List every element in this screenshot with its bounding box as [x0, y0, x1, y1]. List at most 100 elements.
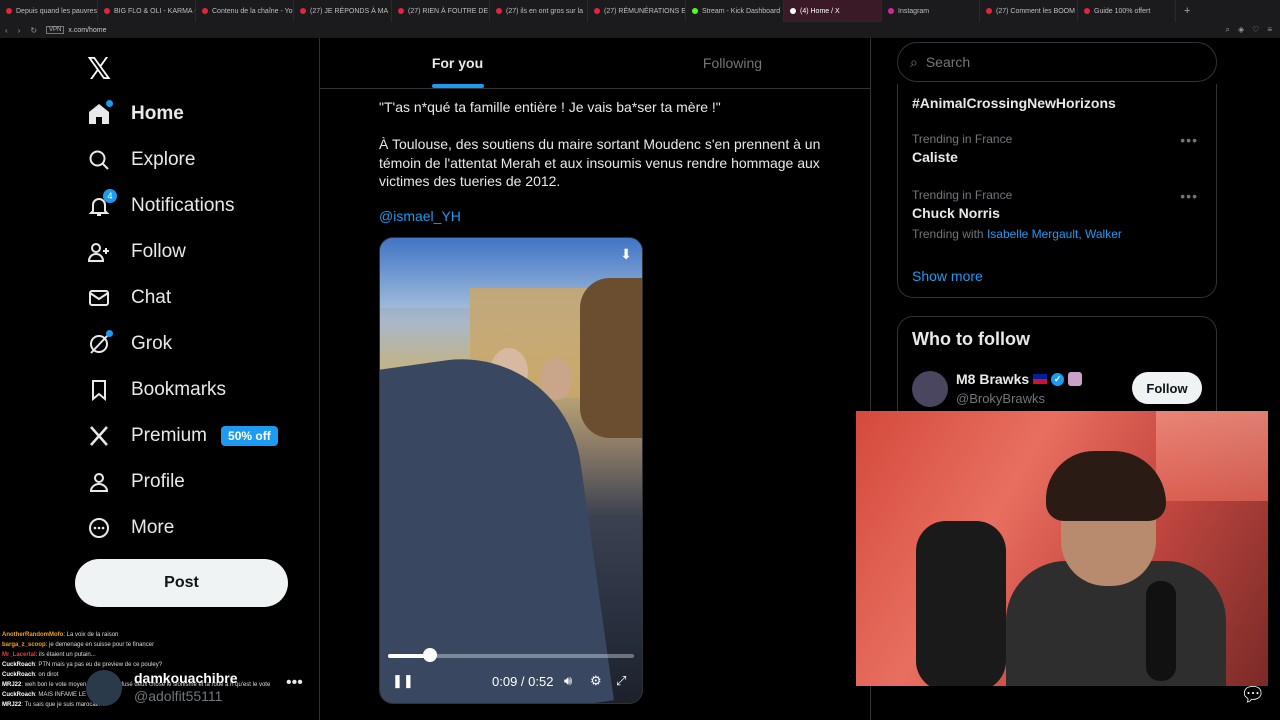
- tab-following[interactable]: Following: [595, 38, 870, 88]
- menu-icon[interactable]: ≡: [1267, 25, 1272, 35]
- url-text[interactable]: x.com/home: [68, 27, 106, 34]
- settings-gear-icon[interactable]: ⚙: [590, 673, 602, 689]
- chat-text: je demenage en suisse pour te financer: [49, 642, 155, 648]
- bell-icon: 4: [87, 189, 117, 218]
- trend-with-links[interactable]: Isabelle Mergault, Walker: [987, 227, 1122, 241]
- post-button[interactable]: Post: [75, 559, 288, 607]
- nav-item-chat[interactable]: Chat: [75, 276, 171, 320]
- nav-item-premium[interactable]: Premium 50% off: [75, 414, 278, 458]
- trend-item[interactable]: Trending in France Chuck Norris Trending…: [912, 188, 1122, 241]
- browser-tab[interactable]: Depuis quand les pauvres: [0, 0, 98, 22]
- chat-username: barga_z_scoop: [2, 642, 46, 648]
- browser-tab[interactable]: (27) Comment les BOOM: [980, 0, 1078, 22]
- video-progress-bar[interactable]: [388, 648, 634, 662]
- user-display-name: M8 Brawks: [956, 371, 1030, 387]
- tab-label: Depuis quand les pauvres: [16, 7, 97, 15]
- volume-icon[interactable]: 🔊︎: [564, 673, 572, 689]
- chat-text: La voix de la raison: [66, 632, 119, 638]
- more-horizontal-icon[interactable]: •••: [1180, 188, 1198, 204]
- reload-icon[interactable]: ↻: [25, 26, 42, 35]
- trend-item[interactable]: Trending in France Caliste: [912, 132, 1012, 165]
- notification-count-badge: 4: [103, 189, 117, 203]
- more-horizontal-icon[interactable]: •••: [286, 674, 303, 692]
- nav-item-bookmarks[interactable]: Bookmarks: [75, 368, 226, 412]
- download-icon[interactable]: ⬇: [620, 246, 632, 263]
- suggested-user-name[interactable]: M8 Brawks ✓: [956, 371, 1083, 387]
- back-icon[interactable]: ‹: [0, 26, 13, 35]
- browser-tab[interactable]: (27) JE RÉPONDS À MA: [294, 0, 392, 22]
- feed-tabs: For you Following: [320, 38, 870, 89]
- tab-label: BIG FLO & OLI - KARMA -: [114, 7, 196, 15]
- video-progress-handle[interactable]: [422, 648, 437, 662]
- flag-icon: [1033, 374, 1048, 384]
- nav-item-notifications[interactable]: 4 Notifications: [75, 184, 235, 228]
- nav-item-label: Bookmarks: [131, 379, 227, 400]
- account-switcher[interactable]: damkouachibre @adolfit55111 •••: [84, 668, 304, 708]
- tab-favicon-icon: [1084, 8, 1090, 14]
- nav-item-explore[interactable]: Explore: [75, 138, 195, 182]
- browser-tab[interactable]: Guide 100% offert: [1078, 0, 1176, 22]
- search-input[interactable]: ⌕ Search: [897, 42, 1217, 82]
- browser-tab[interactable]: Contenu de la chaîne - Yo: [196, 0, 294, 22]
- tab-label: Guide 100% offert: [1094, 7, 1151, 15]
- tab-favicon-icon: [594, 8, 600, 14]
- fullscreen-icon[interactable]: ⤢: [616, 673, 626, 689]
- webcam-chair: [916, 521, 1006, 686]
- tab-label: Instagram: [898, 7, 930, 15]
- nav-item-home[interactable]: Home: [75, 92, 184, 136]
- nav-item-more[interactable]: More: [75, 506, 174, 550]
- main-feed: For you Following "T'as n*qué ta famille…: [319, 38, 871, 720]
- nav-item-profile[interactable]: Profile: [75, 460, 185, 504]
- browser-tab[interactable]: Instagram: [882, 0, 980, 22]
- browser-tab[interactable]: (27) RIEN À FOUTRE DE: [392, 0, 490, 22]
- extensions-bar: ⌕ ◈ ♡ ≡: [1226, 25, 1280, 35]
- nav-item-label: Follow: [131, 241, 186, 262]
- account-name: damkouachibre: [134, 670, 238, 686]
- video-controls: ❚❚ 0:09 / 0:52 🔊︎ ⚙ ⤢: [380, 670, 642, 692]
- follow-button[interactable]: Follow: [1132, 372, 1202, 404]
- nav-item-grok[interactable]: Grok: [75, 322, 172, 366]
- browser-tab[interactable]: (27) RÉMUNÉRATIONS ET: [588, 0, 686, 22]
- x-logo-icon[interactable]: 𝕏: [87, 52, 111, 87]
- zoom-icon[interactable]: ⌕: [1226, 25, 1230, 35]
- forward-icon[interactable]: ›: [13, 26, 26, 35]
- tab-favicon-icon: [692, 8, 698, 14]
- trend-name: Chuck Norris: [912, 205, 1000, 221]
- tab-label: Following: [702, 55, 763, 71]
- unread-dot: [106, 100, 113, 107]
- heart-icon[interactable]: ♡: [1252, 25, 1259, 35]
- browser-url-bar[interactable]: ‹ › ↻ VPN x.com/home ⌕ ◈ ♡ ≡: [0, 22, 1280, 38]
- browser-tab[interactable]: (27) ils en ont gros sur la: [490, 0, 588, 22]
- messages-bubble-icon[interactable]: 💬︎: [1240, 682, 1270, 708]
- browser-tab[interactable]: (4) Home / X: [784, 0, 882, 22]
- new-tab-icon[interactable]: +: [1176, 5, 1198, 17]
- tab-label: (27) ils en ont gros sur la: [506, 7, 584, 15]
- chat-username: AnotherRandomMofo: [2, 632, 64, 638]
- tab-for-you[interactable]: For you: [320, 38, 595, 88]
- avatar[interactable]: [912, 371, 948, 407]
- more-horizontal-icon[interactable]: •••: [1180, 132, 1198, 148]
- vpn-badge[interactable]: VPN: [46, 26, 65, 34]
- chat-username: Mr_Lacertal: [2, 652, 36, 658]
- chat-username: CuckRoach: [2, 672, 36, 678]
- nav-item-follow[interactable]: Follow: [75, 230, 186, 274]
- browser-tab[interactable]: Stream - Kick Dashboard: [686, 0, 784, 22]
- who-to-follow-panel: Who to follow M8 Brawks ✓ @BrokyBrawks F…: [897, 316, 1217, 426]
- video-time: 0:09 / 0:52: [492, 673, 554, 689]
- tweet-video-player[interactable]: ⬇ ❚❚ 0:09 / 0:52 🔊︎ ⚙ ⤢: [379, 237, 643, 704]
- nav-item-label: Premium: [131, 425, 208, 446]
- tab-favicon-icon: [496, 8, 502, 14]
- trend-name: #AnimalCrossingNewHorizons: [912, 95, 1116, 111]
- tweet-mention-link[interactable]: @ismael_YH: [379, 208, 461, 224]
- show-more-link[interactable]: Show more: [912, 268, 983, 284]
- shield-icon[interactable]: ◈: [1238, 25, 1244, 35]
- trend-with-label: Trending with: [912, 227, 984, 241]
- chat-username: CuckRoach: [2, 662, 36, 668]
- premium-discount-badge: 50% off: [221, 426, 278, 446]
- tab-favicon-icon: [202, 8, 208, 14]
- pause-icon[interactable]: ❚❚: [392, 673, 414, 689]
- x-icon: [87, 424, 111, 448]
- trend-item[interactable]: #AnimalCrossingNewHorizons: [912, 92, 1116, 111]
- browser-tab[interactable]: BIG FLO & OLI - KARMA -: [98, 0, 196, 22]
- nav-item-label: Home: [131, 103, 184, 124]
